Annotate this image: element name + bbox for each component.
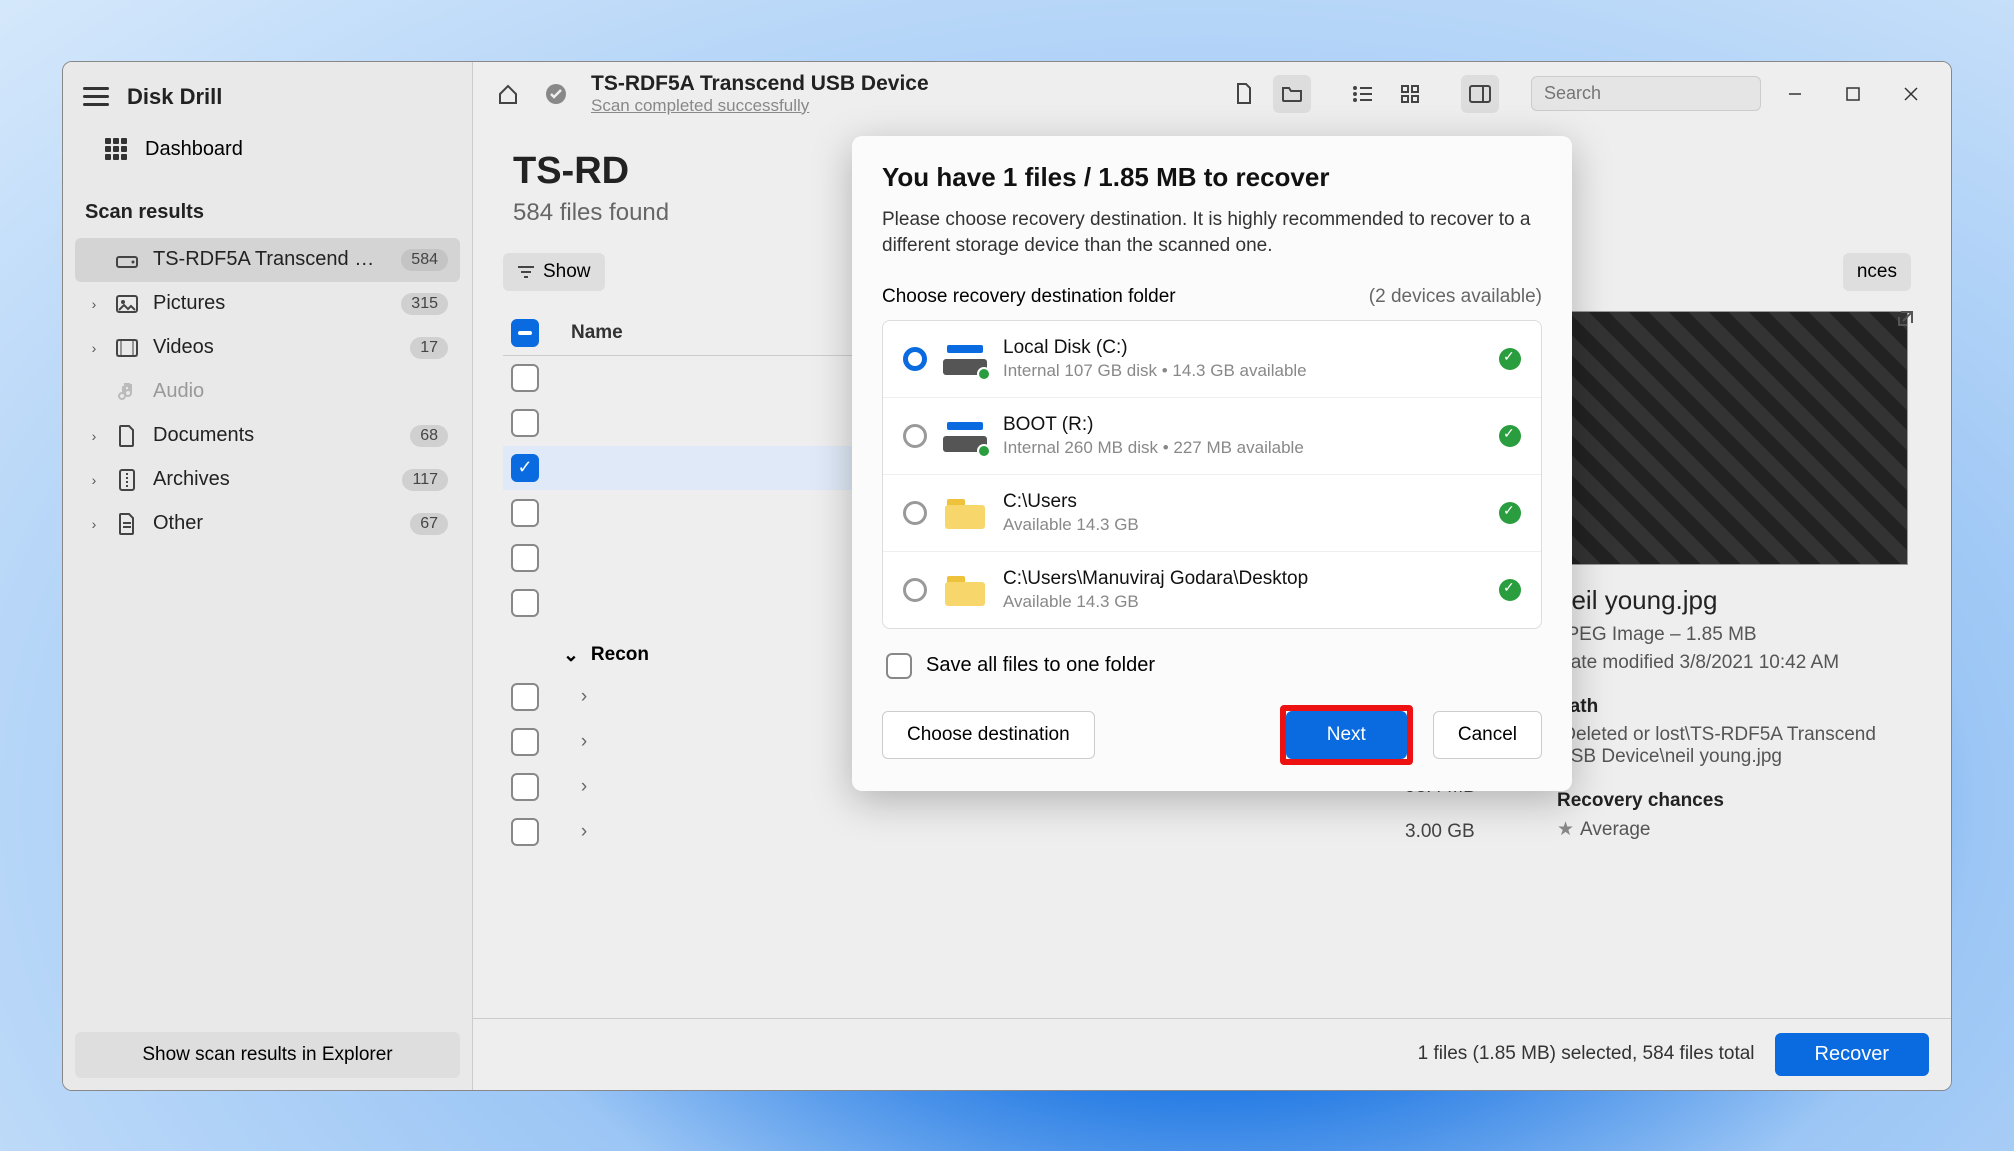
destination-name: C:\Users\Manuviraj Godara\Desktop — [1003, 568, 1483, 590]
check-icon — [1499, 579, 1521, 601]
check-icon — [1499, 425, 1521, 447]
destination-name: Local Disk (C:) — [1003, 337, 1483, 359]
sidebar-item-count: 117 — [402, 469, 448, 491]
main-panel: TS-RDF5A Transcend USB Device Scan compl… — [473, 62, 1951, 1090]
check-icon — [1499, 502, 1521, 524]
drive-icon — [115, 248, 139, 272]
destination-sub: Internal 260 MB disk • 227 MB available — [1003, 438, 1483, 458]
choose-destination-header: Choose recovery destination folder — [882, 286, 1176, 308]
destination-sub: Internal 107 GB disk • 14.3 GB available — [1003, 361, 1483, 381]
archives-icon — [115, 468, 139, 492]
destination-item[interactable]: Local Disk (C:) Internal 107 GB disk • 1… — [883, 321, 1541, 398]
dashboard-label: Dashboard — [145, 138, 243, 161]
choose-destination-button[interactable]: Choose destination — [882, 711, 1095, 759]
show-in-explorer-button[interactable]: Show scan results in Explorer — [75, 1032, 460, 1078]
destination-sub: Available 14.3 GB — [1003, 592, 1483, 612]
folder-icon — [943, 495, 987, 531]
sidebar-item-label: TS-RDF5A Transcend US... — [153, 248, 387, 271]
sidebar-item-count: 68 — [410, 425, 448, 447]
sidebar-item-count: 67 — [410, 513, 448, 535]
destination-item[interactable]: C:\Users\Manuviraj Godara\Desktop Availa… — [883, 552, 1541, 628]
destination-radio[interactable] — [903, 501, 927, 525]
modal-description: Please choose recovery destination. It i… — [882, 207, 1542, 260]
destination-item[interactable]: BOOT (R:) Internal 260 MB disk • 227 MB … — [883, 398, 1541, 475]
sidebar-item-label: Other — [153, 512, 396, 535]
sidebar-item-label: Archives — [153, 468, 388, 491]
sidebar-item-documents[interactable]: › Documents 68 — [75, 414, 460, 458]
sidebar-item-archives[interactable]: › Archives 117 — [75, 458, 460, 502]
check-icon — [1499, 348, 1521, 370]
pictures-icon — [115, 292, 139, 316]
sidebar-item-pictures[interactable]: › Pictures 315 — [75, 282, 460, 326]
chevron-right-icon: › — [87, 428, 101, 444]
destination-radio[interactable] — [903, 578, 927, 602]
save-all-row[interactable]: Save all files to one folder — [886, 653, 1538, 679]
sidebar-item-count: 17 — [410, 337, 448, 359]
destination-name: BOOT (R:) — [1003, 414, 1483, 436]
disk-icon — [943, 341, 987, 377]
modal-title: You have 1 files / 1.85 MB to recover — [882, 162, 1542, 193]
other-icon — [115, 512, 139, 536]
destination-name: C:\Users — [1003, 491, 1483, 513]
destination-radio[interactable] — [903, 424, 927, 448]
sidebar-item-other[interactable]: › Other 67 — [75, 502, 460, 546]
save-all-checkbox[interactable] — [886, 653, 912, 679]
chevron-right-icon: › — [87, 340, 101, 356]
app-window: Disk Drill Dashboard Scan results TS-RDF… — [62, 61, 1952, 1091]
destination-sub: Available 14.3 GB — [1003, 515, 1483, 535]
next-button[interactable]: Next — [1286, 711, 1407, 759]
sidebar-section-scan-results: Scan results — [75, 185, 460, 238]
chevron-right-icon: › — [87, 516, 101, 532]
sidebar-item-count: 584 — [401, 249, 448, 271]
recovery-destination-modal: You have 1 files / 1.85 MB to recover Pl… — [852, 136, 1572, 791]
save-all-label: Save all files to one folder — [926, 654, 1155, 677]
sidebar-item-audio[interactable]: Audio — [75, 370, 460, 414]
videos-icon — [115, 336, 139, 360]
sidebar-item-videos[interactable]: › Videos 17 — [75, 326, 460, 370]
destination-item[interactable]: C:\Users Available 14.3 GB — [883, 475, 1541, 552]
modal-overlay: You have 1 files / 1.85 MB to recover Pl… — [473, 62, 1951, 1090]
cancel-button[interactable]: Cancel — [1433, 711, 1542, 759]
disk-icon — [943, 418, 987, 454]
audio-icon — [115, 380, 139, 404]
documents-icon — [115, 424, 139, 448]
highlight-ring: Next — [1280, 705, 1413, 765]
sidebar-item-label: Documents — [153, 424, 396, 447]
destination-list: Local Disk (C:) Internal 107 GB disk • 1… — [882, 320, 1542, 629]
sidebar-item-dashboard[interactable]: Dashboard — [75, 128, 460, 185]
chevron-right-icon: › — [87, 296, 101, 312]
sidebar-item-label: Videos — [153, 336, 396, 359]
dashboard-icon — [105, 138, 127, 160]
sidebar-item-label: Audio — [153, 380, 448, 403]
devices-available: (2 devices available) — [1369, 286, 1542, 308]
sidebar: Disk Drill Dashboard Scan results TS-RDF… — [63, 62, 473, 1090]
app-title: Disk Drill — [127, 84, 222, 110]
folder-icon — [943, 572, 987, 608]
menu-icon[interactable] — [83, 86, 109, 108]
destination-radio[interactable] — [903, 347, 927, 371]
sidebar-item-label: Pictures — [153, 292, 387, 315]
sidebar-item-device[interactable]: TS-RDF5A Transcend US... 584 — [75, 238, 460, 282]
sidebar-item-count: 315 — [401, 293, 448, 315]
chevron-right-icon: › — [87, 472, 101, 488]
